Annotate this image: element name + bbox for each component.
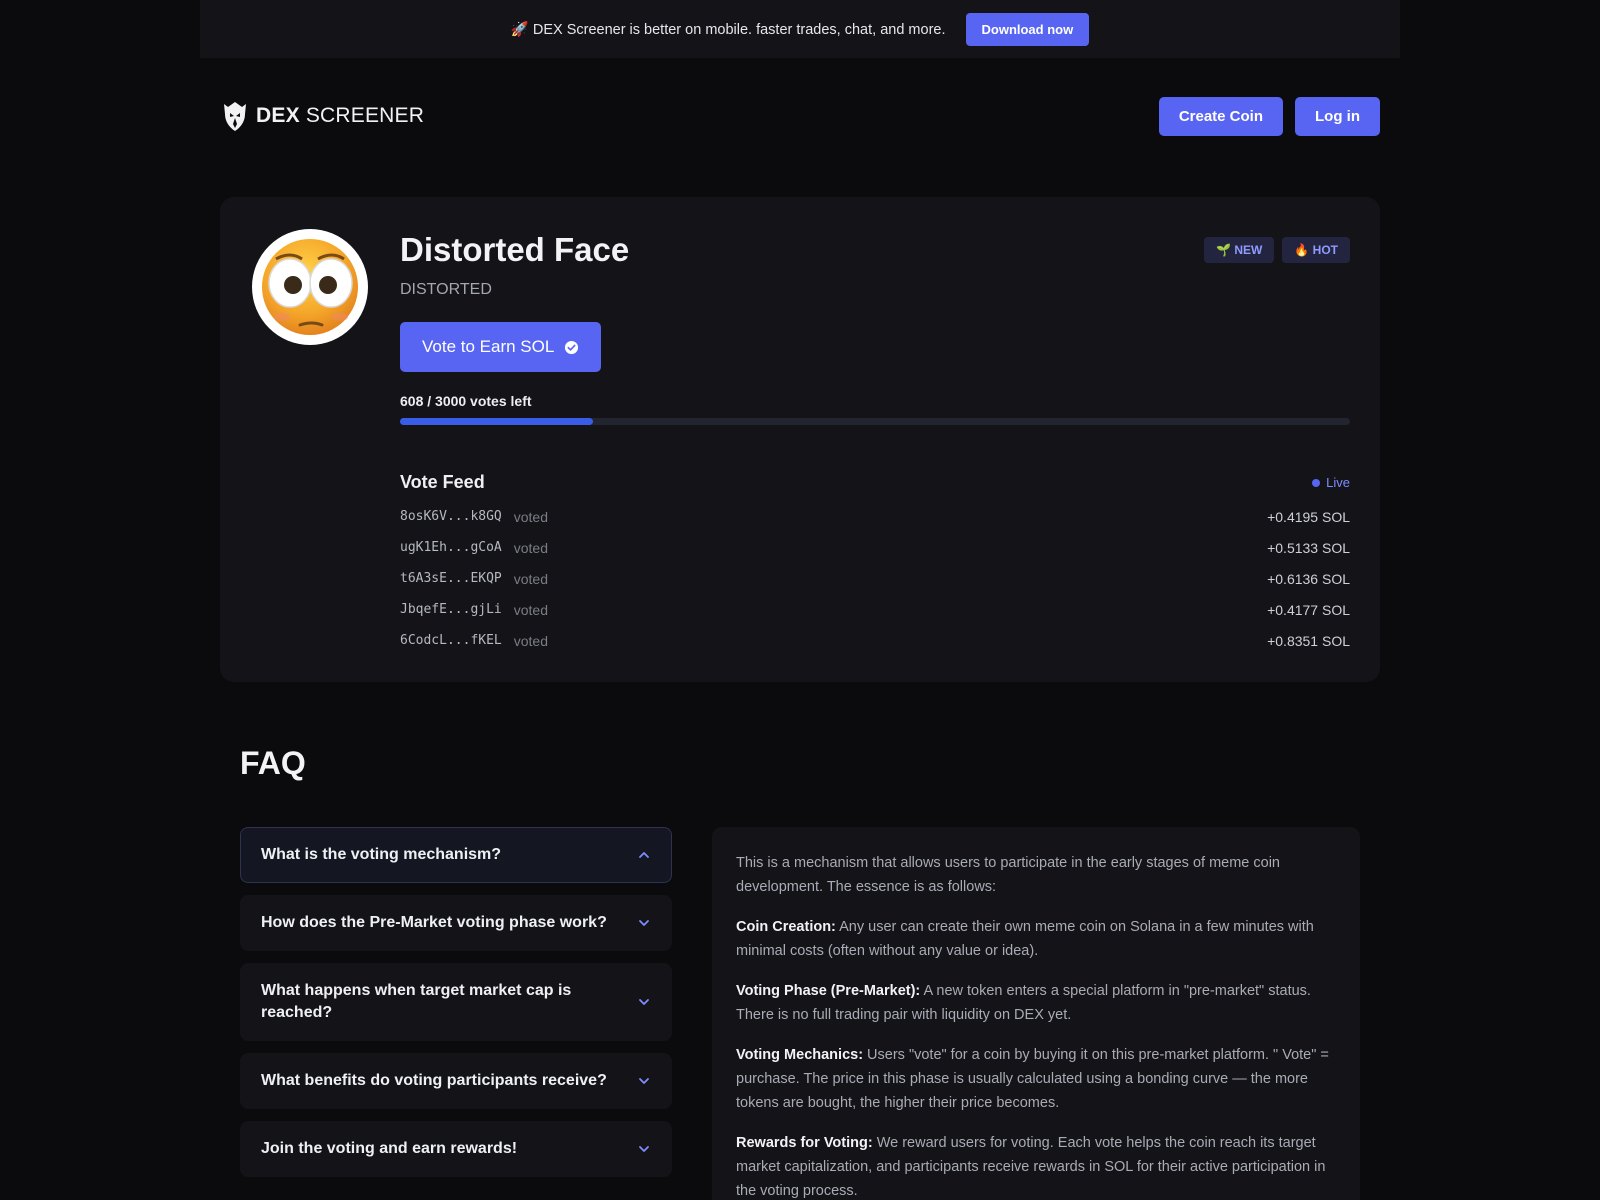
faq-item-voting-mechanism[interactable]: What is the voting mechanism? (240, 827, 672, 883)
logo-text-rest: SCREENER (305, 104, 425, 127)
coin-card: Distorted Face DISTORTED 🌱 NEW 🔥 HOT Vot… (220, 197, 1380, 682)
faq-question: Join the voting and earn rewards! (261, 1140, 518, 1157)
logo-text-bold: DEX (256, 104, 300, 127)
faq-answer-intro: This is a mechanism that allows users to… (736, 855, 1280, 895)
vote-button-label: Vote to Earn SOL (422, 337, 555, 356)
faq-question: What benefits do voting participants rec… (261, 1072, 607, 1089)
feed-row: ugK1Eh...gCoA voted +0.5133 SOL (400, 532, 1350, 563)
faq-answer-panel: This is a mechanism that allows users to… (712, 827, 1360, 1200)
logo[interactable]: DEX SCREENER (222, 100, 424, 132)
faq-item-join-voting[interactable]: Join the voting and earn rewards! (240, 1121, 672, 1177)
faq-answer-point: Voting Mechanics: Users "vote" for a coi… (736, 1043, 1336, 1115)
faq-question: How does the Pre-Market voting phase wor… (261, 914, 607, 931)
faq-answer-point: Coin Creation: Any user can create their… (736, 915, 1336, 963)
promo-banner: 🚀 DEX Screener is better on mobile. fast… (200, 0, 1400, 58)
header: DEX SCREENER Create Coin Log in (222, 96, 1380, 136)
faq-answer-term: Rewards for Voting: (736, 1135, 873, 1151)
feed-row-left: JbqefE...gjLi voted (400, 602, 548, 618)
logo-text: DEX SCREENER (256, 104, 424, 128)
feed-row-left: ugK1Eh...gCoA voted (400, 540, 548, 556)
feed-voted-label: voted (513, 632, 548, 649)
faq-item-participant-benefits[interactable]: What benefits do voting participants rec… (240, 1053, 672, 1109)
live-dot-icon (1312, 478, 1321, 487)
votes-left-text: 608 / 3000 votes left (400, 393, 532, 409)
feed-amount: +0.8351 SOL (1267, 632, 1350, 649)
faq-answer-point: Voting Phase (Pre-Market): A new token e… (736, 979, 1336, 1027)
feed-row: t6A3sE...EKQP voted +0.6136 SOL (400, 563, 1350, 594)
header-actions: Create Coin Log in (1158, 96, 1380, 136)
chevron-down-icon (639, 920, 649, 926)
feed-voted-label: voted (513, 601, 548, 618)
check-circle-icon (565, 340, 579, 354)
faq-answer-term: Voting Phase (Pre-Market): (736, 983, 921, 999)
coin-badges: 🌱 NEW 🔥 HOT (1204, 237, 1350, 263)
live-label: Live (1326, 475, 1350, 490)
votes-progress-bar (400, 418, 1350, 425)
faq-list: What is the voting mechanism? How does t… (240, 827, 672, 1177)
faq-item-pre-market-phase[interactable]: How does the Pre-Market voting phase wor… (240, 895, 672, 951)
faq-answer-term: Coin Creation: (736, 919, 836, 935)
faq-question: What is the voting mechanism? (261, 846, 502, 863)
feed-row: JbqefE...gjLi voted +0.4177 SOL (400, 594, 1350, 625)
create-coin-button[interactable]: Create Coin (1158, 96, 1283, 136)
live-indicator: Live (1312, 475, 1350, 490)
chevron-down-icon (639, 999, 649, 1005)
coin-ticker: DISTORTED (400, 281, 492, 298)
feed-amount: +0.4177 SOL (1267, 601, 1350, 618)
feed-voted-label: voted (513, 570, 548, 587)
votes-progress-fill (400, 418, 593, 425)
chevron-down-icon (639, 1146, 649, 1152)
distorted-face-emoji-icon (262, 239, 358, 335)
feed-amount: +0.4195 SOL (1267, 508, 1350, 525)
feed-row-left: 8osK6V...k8GQ voted (400, 509, 548, 525)
feed-address[interactable]: ugK1Eh...gCoA (400, 540, 502, 555)
feed-row-left: 6CodcL...fKEL voted (400, 633, 548, 649)
feed-row-left: t6A3sE...EKQP voted (400, 571, 548, 587)
feed-voted-label: voted (513, 508, 548, 525)
faq-answer-point: Rewards for Voting: We reward users for … (736, 1131, 1336, 1200)
feed-address[interactable]: 6CodcL...fKEL (400, 633, 502, 648)
banner-text: 🚀 DEX Screener is better on mobile. fast… (510, 21, 946, 38)
dex-screener-logo-icon (224, 102, 246, 131)
vote-to-earn-button[interactable]: Vote to Earn SOL (400, 322, 602, 372)
coin-name: Distorted Face (400, 231, 630, 268)
faq-answer-term: Voting Mechanics: (736, 1047, 864, 1063)
vote-feed-list: 8osK6V...k8GQ voted +0.4195 SOL ugK1Eh..… (400, 501, 1350, 656)
faq-item-target-market-cap[interactable]: What happens when target market cap is r… (240, 963, 672, 1041)
feed-address[interactable]: t6A3sE...EKQP (400, 571, 502, 586)
chevron-up-icon (639, 852, 649, 858)
feed-voted-label: voted (513, 539, 548, 556)
feed-row: 6CodcL...fKEL voted +0.8351 SOL (400, 625, 1350, 656)
vote-feed-title: Vote Feed (400, 472, 485, 492)
new-badge: 🌱 NEW (1204, 237, 1275, 263)
log-in-button[interactable]: Log in (1295, 96, 1380, 136)
download-now-button[interactable]: Download now (965, 12, 1090, 46)
feed-address[interactable]: 8osK6V...k8GQ (400, 509, 502, 524)
coin-avatar (252, 229, 368, 345)
faq-question: What happens when target market cap is r… (261, 982, 572, 1021)
faq-title: FAQ (240, 745, 306, 781)
feed-amount: +0.6136 SOL (1267, 570, 1350, 587)
chevron-down-icon (639, 1078, 649, 1084)
feed-amount: +0.5133 SOL (1267, 539, 1350, 556)
feed-row: 8osK6V...k8GQ voted +0.4195 SOL (400, 501, 1350, 532)
feed-address[interactable]: JbqefE...gjLi (400, 602, 502, 617)
hot-badge: 🔥 HOT (1282, 237, 1350, 263)
